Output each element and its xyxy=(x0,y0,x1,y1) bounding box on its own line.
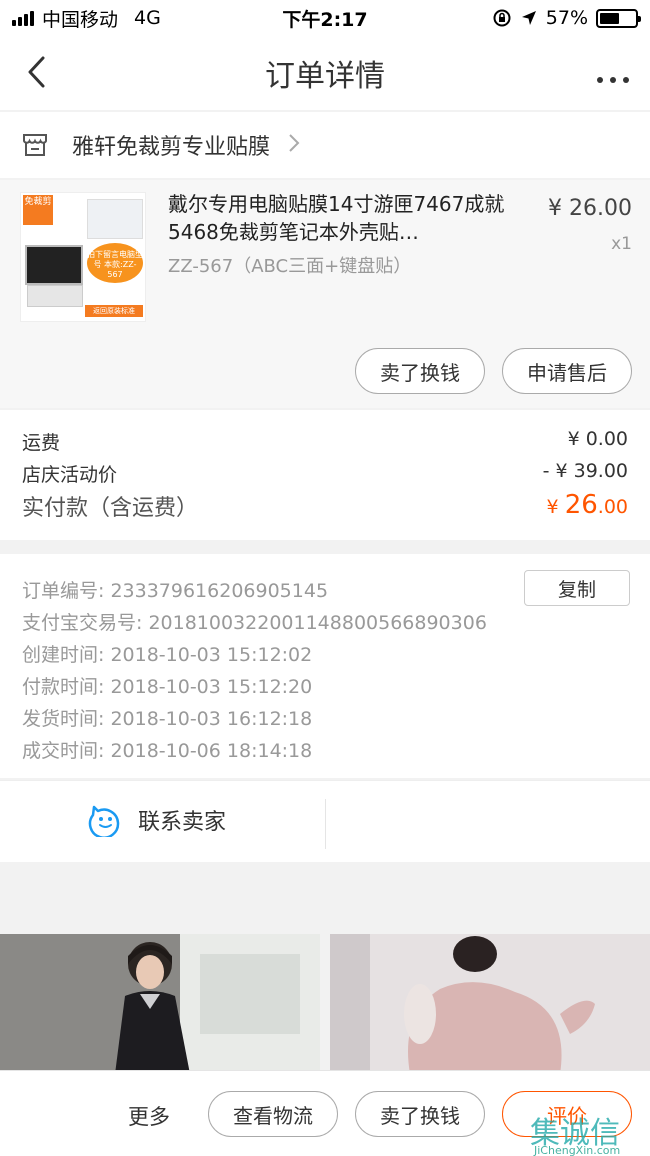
status-left: 中国移动 4G xyxy=(12,5,161,32)
product-quantity: x1 xyxy=(611,234,632,254)
alipay-trade-number: 支付宝交易号: 2018100322001148800566890306 xyxy=(22,612,487,634)
recommended-item-image[interactable] xyxy=(0,934,320,1074)
fee-summary: 运费 ¥ 0.00 店庆活动价 - ¥ 39.00 实付款（含运费） ¥ 26.… xyxy=(0,410,650,540)
more-button[interactable]: 更多 xyxy=(128,1101,170,1131)
shop-row[interactable]: 雅轩免裁剪专业贴膜 xyxy=(0,112,650,178)
created-time: 创建时间: 2018-10-03 15:12:02 xyxy=(22,644,313,666)
product-sku: ZZ-567（ABC三面+键盘贴） xyxy=(168,256,412,277)
chevron-left-icon[interactable] xyxy=(18,54,54,90)
promo-label: 店庆活动价 xyxy=(22,464,118,486)
battery-icon xyxy=(596,8,641,28)
copy-button[interactable]: 复制 xyxy=(524,570,630,606)
signal-icon xyxy=(12,10,34,26)
rotation-lock-icon xyxy=(493,9,511,27)
product-thumbnail[interactable]: 免裁剪 拍下留言电脑型号 本款:ZZ-567 返回原装标准 xyxy=(20,192,146,322)
review-button[interactable]: 评价 xyxy=(502,1091,632,1137)
sell-for-cash-bottom-button[interactable]: 卖了换钱 xyxy=(355,1091,485,1137)
more-dots-icon[interactable] xyxy=(596,58,630,91)
paid-decimal: .00 xyxy=(597,496,628,518)
nav-bar: 订单详情 xyxy=(0,36,650,110)
contact-seller-label: 联系卖家 xyxy=(138,810,227,835)
recommended-item-image[interactable] xyxy=(330,934,650,1074)
battery-fill xyxy=(600,12,620,24)
thumb-strip: 返回原装标准 xyxy=(85,305,143,317)
view-logistics-button[interactable]: 查看物流 xyxy=(208,1091,338,1137)
paid-currency: ¥ xyxy=(546,496,565,518)
contact-bar: 联系卖家 xyxy=(0,780,650,862)
shipping-value: ¥ 0.00 xyxy=(567,428,628,450)
chat-smile-icon xyxy=(88,805,120,837)
battery-percent: 57% xyxy=(545,7,588,29)
after-sale-button[interactable]: 申请售后 xyxy=(502,348,632,394)
paid-label: 实付款（含运费） xyxy=(22,496,199,521)
network-type: 4G xyxy=(134,7,161,29)
status-bar: 中国移动 4G 下午2:17 57% xyxy=(0,0,650,36)
shop-icon xyxy=(23,134,47,156)
order-number: 订单编号: 233379616206905145 xyxy=(22,580,329,602)
paid-time: 付款时间: 2018-10-03 15:12:20 xyxy=(22,676,313,698)
promo-value: - ¥ 39.00 xyxy=(542,460,628,482)
paid-row: 实付款（含运费） ¥ 26.00 xyxy=(22,490,628,522)
thumb-laptop-screen xyxy=(25,245,83,285)
shipping-row: 运费 ¥ 0.00 xyxy=(22,428,628,455)
shipping-label: 运费 xyxy=(22,432,61,454)
status-right: 57% xyxy=(492,7,641,29)
product-title[interactable]: 戴尔专用电脑贴膜14寸游匣7467成就5468免裁剪笔记本外壳贴… xyxy=(168,190,518,246)
contact-divider xyxy=(325,799,326,849)
promo-row: 店庆活动价 - ¥ 39.00 xyxy=(22,460,628,487)
product-card[interactable]: 免裁剪 拍下留言电脑型号 本款:ZZ-567 返回原装标准 戴尔专用电脑贴膜14… xyxy=(0,180,650,408)
thumb-keyboard xyxy=(27,285,83,307)
paid-amount: ¥ 26.00 xyxy=(547,490,628,522)
chevron-right-icon xyxy=(288,131,300,159)
product-price: ¥ 26.00 xyxy=(548,196,632,221)
shipped-time: 发货时间: 2018-10-03 16:12:18 xyxy=(22,708,313,730)
contact-seller-button[interactable]: 联系卖家 xyxy=(88,803,226,837)
order-info: 订单编号: 233379616206905145 复制 支付宝交易号: 2018… xyxy=(0,554,650,778)
sell-for-cash-button[interactable]: 卖了换钱 xyxy=(355,348,485,394)
page-title: 订单详情 xyxy=(265,59,385,94)
thumb-tag: 拍下留言电脑型号 本款:ZZ-567 xyxy=(87,243,143,283)
thumb-laptop-lid xyxy=(87,199,143,239)
recommendations xyxy=(0,934,650,1074)
paid-integer: 26 xyxy=(564,490,598,520)
shop-name: 雅轩免裁剪专业贴膜 xyxy=(72,135,271,160)
location-arrow-icon xyxy=(521,11,536,25)
bottom-action-bar: 更多 查看物流 卖了换钱 评价 xyxy=(0,1070,650,1156)
thumb-badge: 免裁剪 xyxy=(23,195,53,225)
completed-time: 成交时间: 2018-10-06 18:14:18 xyxy=(22,740,313,762)
carrier-name: 中国移动 xyxy=(42,8,119,31)
